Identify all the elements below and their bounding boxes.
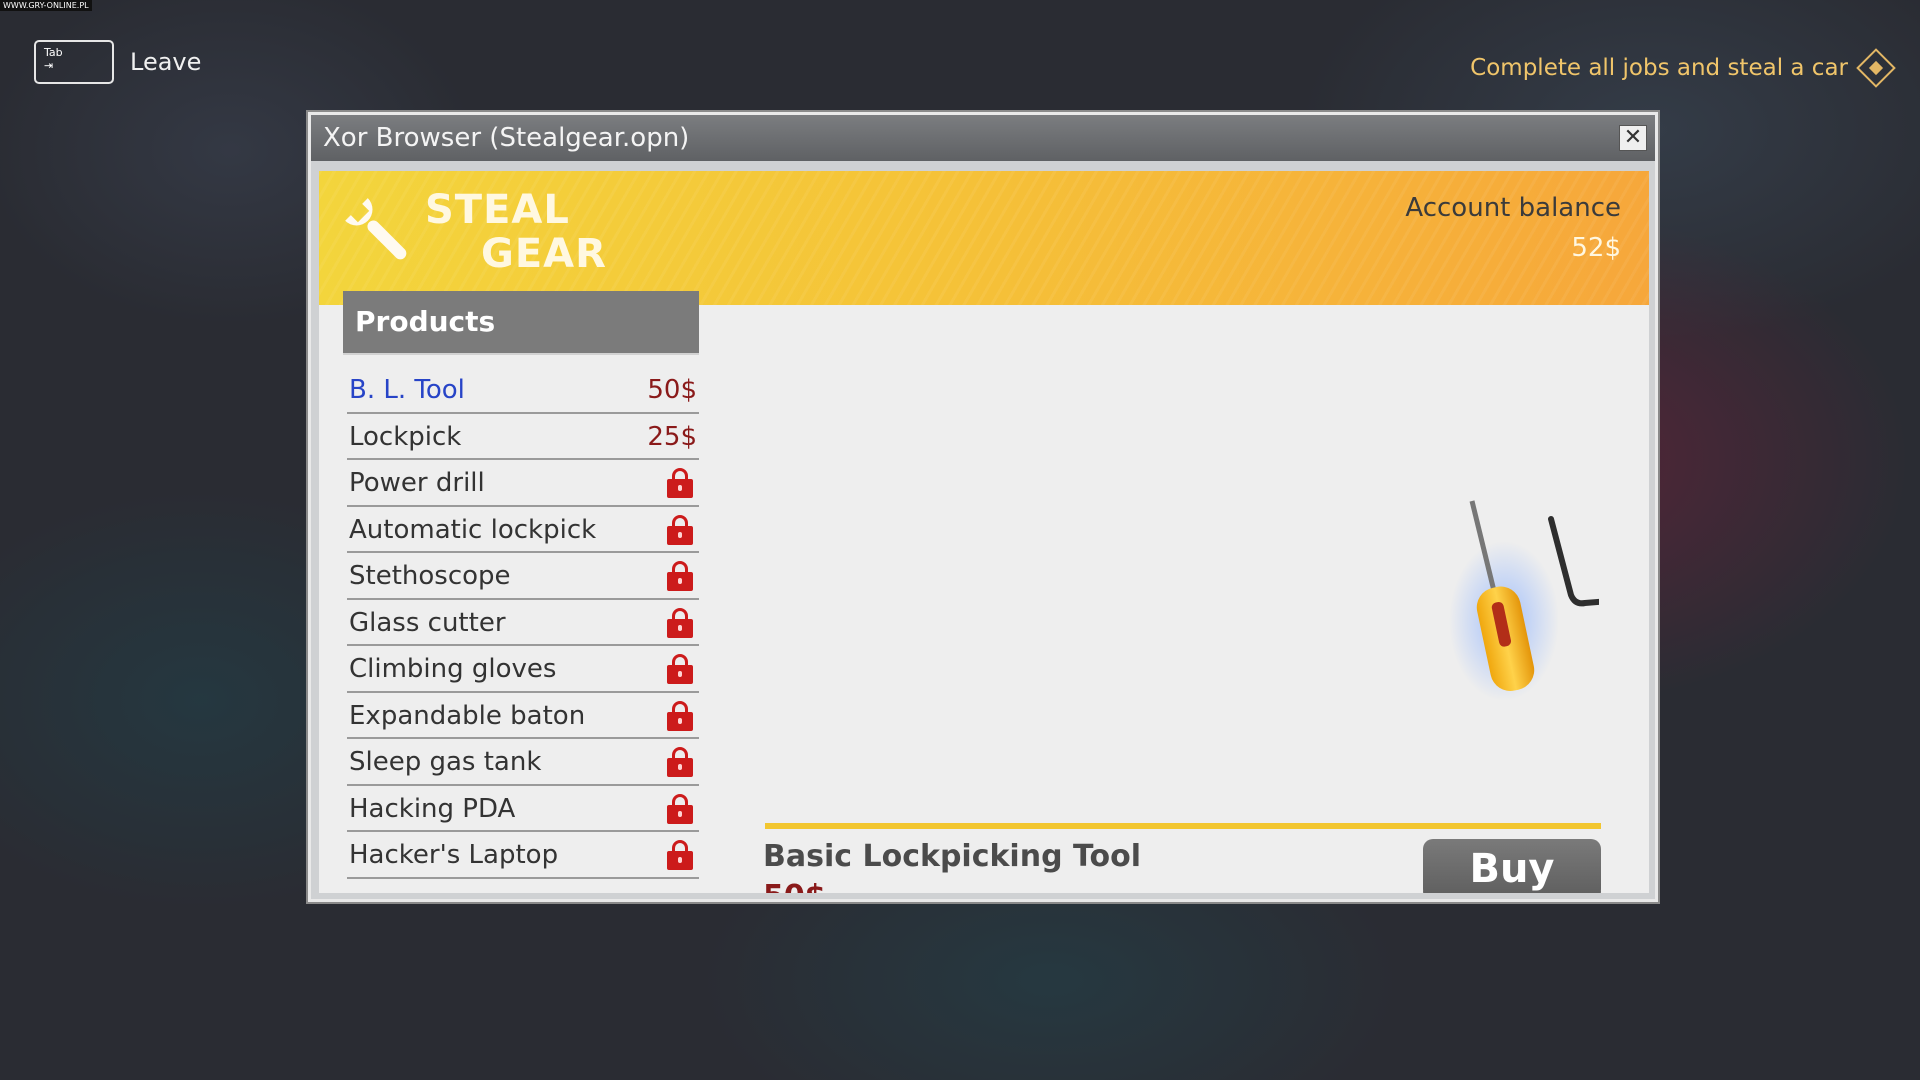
product-row[interactable]: Stethoscope — [347, 553, 699, 600]
store-page: STEAL GEAR Account balance 52$ Products … — [319, 171, 1649, 893]
wrench-icon — [345, 198, 407, 260]
account-balance-value: 52$ — [1571, 233, 1621, 263]
window-title: Xor Browser (Stealgear.opn) — [323, 123, 690, 153]
lock-icon — [667, 700, 693, 731]
product-name: Climbing gloves — [349, 654, 557, 684]
product-name: Power drill — [349, 468, 485, 498]
product-row[interactable]: Glass cutter — [347, 600, 699, 646]
account-balance-label: Account balance — [1405, 193, 1621, 223]
products-title: Products — [355, 305, 496, 338]
browser-window: Xor Browser (Stealgear.opn) ✕ STEAL GEAR… — [308, 112, 1658, 902]
product-name: Automatic lockpick — [349, 514, 597, 545]
lock-icon — [667, 793, 693, 824]
watermark: WWW.GRY-ONLINE.PL — [0, 0, 92, 11]
close-button[interactable]: ✕ — [1619, 125, 1647, 151]
product-name: Glass cutter — [349, 607, 506, 638]
product-price: 25$ — [647, 421, 697, 452]
product-row[interactable]: Climbing gloves — [347, 646, 699, 693]
tab-key-icon[interactable]: Tab ⇥ — [34, 40, 114, 84]
item-preview-image — [1449, 500, 1599, 701]
product-row[interactable]: B. L. Tool 50$ — [347, 367, 699, 414]
objective-tracker: Complete all jobs and steal a car — [1470, 48, 1896, 88]
product-price: 50$ — [647, 375, 697, 405]
product-row[interactable]: Expandable baton — [347, 693, 699, 739]
store-banner: STEAL GEAR Account balance 52$ — [319, 171, 1649, 305]
product-row[interactable]: Sleep gas tank — [347, 739, 699, 786]
tab-arrow-icon: ⇥ — [44, 59, 54, 72]
product-name: Hacking PDA — [349, 793, 516, 824]
objective-diamond-icon — [1856, 48, 1896, 88]
product-name: Lockpick — [349, 421, 462, 452]
lock-icon — [667, 607, 693, 638]
lock-icon — [667, 654, 693, 684]
lock-icon — [667, 840, 693, 870]
lock-icon — [667, 468, 693, 498]
product-name: Sleep gas tank — [349, 747, 542, 777]
tab-key-label: Tab — [44, 46, 63, 59]
product-name: B. L. Tool — [349, 375, 465, 405]
product-row[interactable]: Lockpick 25$ — [347, 414, 699, 460]
products-header: Products — [343, 291, 699, 355]
product-row[interactable]: Hacker's Laptop — [347, 832, 699, 879]
product-name: Hacker's Laptop — [349, 840, 559, 870]
product-name: Expandable baton — [349, 700, 586, 731]
product-row[interactable]: Automatic lockpick — [347, 507, 699, 553]
leave-label: Leave — [130, 48, 202, 76]
product-name: Stethoscope — [349, 561, 511, 591]
selected-item-name: Basic Lockpicking Tool — [763, 839, 1141, 874]
objective-text: Complete all jobs and steal a car — [1470, 55, 1848, 81]
selected-item-price: 50$ — [763, 879, 826, 893]
lock-icon — [667, 514, 693, 545]
lock-icon — [667, 747, 693, 777]
product-row[interactable]: Power drill — [347, 460, 699, 507]
details-divider — [765, 823, 1601, 829]
leave-control[interactable]: Tab ⇥ Leave — [34, 40, 201, 84]
lock-icon — [667, 561, 693, 591]
window-titlebar[interactable]: Xor Browser (Stealgear.opn) ✕ — [311, 115, 1655, 161]
product-list: B. L. Tool 50$ Lockpick 25$ Power drill Autom… — [347, 367, 699, 879]
logo-text-steal: STEAL — [425, 187, 570, 233]
product-row[interactable]: Hacking PDA — [347, 786, 699, 832]
close-icon: ✕ — [1623, 125, 1643, 150]
logo-text-gear: GEAR — [481, 231, 607, 277]
buy-button[interactable]: Buy — [1423, 839, 1601, 893]
